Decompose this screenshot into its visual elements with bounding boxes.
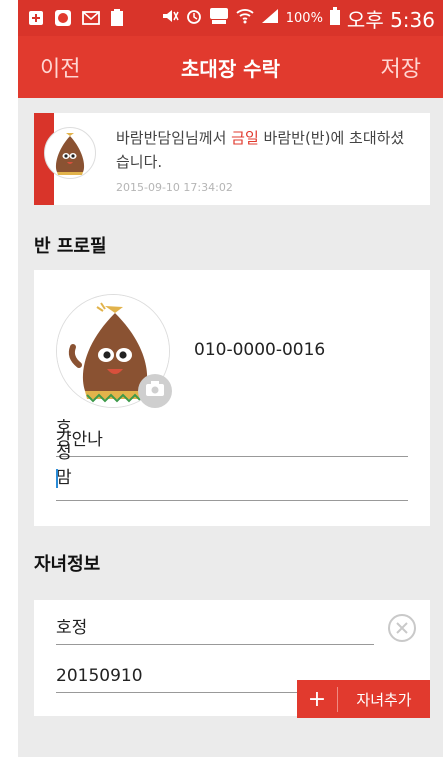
mail-icon — [82, 11, 100, 25]
profile-card: 010-0000-0016 강안나 호정맘 — [34, 270, 430, 526]
child-name-value: 호정 — [56, 618, 88, 638]
child-name-field[interactable]: 호정 — [56, 614, 374, 645]
battery-full-notification-icon — [110, 9, 124, 27]
status-bar: 100% 오후 5:36 — [18, 0, 443, 36]
add-child-label: 자녀추가 — [356, 690, 412, 709]
text-cursor — [56, 469, 58, 488]
remove-child-button[interactable] — [388, 614, 416, 642]
invitation-notice: 바람반담임님께서 금일 바람반(반)에 초대하셨습니다. 2015-09-10 … — [34, 113, 430, 205]
add-notification-icon — [28, 10, 44, 26]
mute-icon — [161, 8, 179, 28]
invite-highlight: 금일 — [231, 129, 259, 147]
name-field[interactable]: 강안나 — [56, 426, 408, 457]
save-button[interactable]: 저장 — [359, 51, 443, 83]
back-button[interactable]: 이전 — [18, 51, 102, 83]
battery-icon — [329, 7, 340, 29]
app-bar: 이전 초대장 수락 저장 — [18, 36, 443, 98]
signal-icon — [261, 8, 279, 28]
child-birth-value: 20150910 — [56, 666, 143, 686]
left-edge — [0, 0, 18, 757]
camera-icon — [145, 381, 165, 401]
page-title: 초대장 수락 — [181, 56, 280, 81]
wifi-icon — [236, 8, 254, 28]
invite-timestamp: 2015-09-10 17:34:02 — [116, 181, 233, 194]
battery-percent: 100% — [285, 10, 323, 26]
hd-voice-icon — [209, 7, 229, 29]
children-section-title: 자녀정보 — [34, 554, 101, 575]
plus-icon: + — [297, 686, 338, 712]
clock: 오후 5:36 — [346, 7, 435, 32]
camera-button[interactable] — [138, 374, 172, 408]
add-child-button[interactable]: + 자녀추가 — [297, 680, 430, 718]
profile-section-title: 반 프로필 — [34, 236, 107, 257]
nickname-field[interactable]: 호정맘 — [56, 418, 408, 501]
phone-number: 010-0000-0016 — [194, 340, 326, 360]
invite-message-prefix: 바람반담임님께서 — [116, 129, 232, 147]
sender-avatar — [44, 127, 96, 179]
invite-message: 바람반담임님께서 금일 바람반(반)에 초대하셨습니다. — [116, 126, 416, 174]
close-icon — [396, 619, 408, 638]
app-notification-icon — [54, 9, 72, 27]
nickname-field-value: 호정맘 — [56, 418, 72, 488]
alarm-icon — [186, 8, 202, 28]
